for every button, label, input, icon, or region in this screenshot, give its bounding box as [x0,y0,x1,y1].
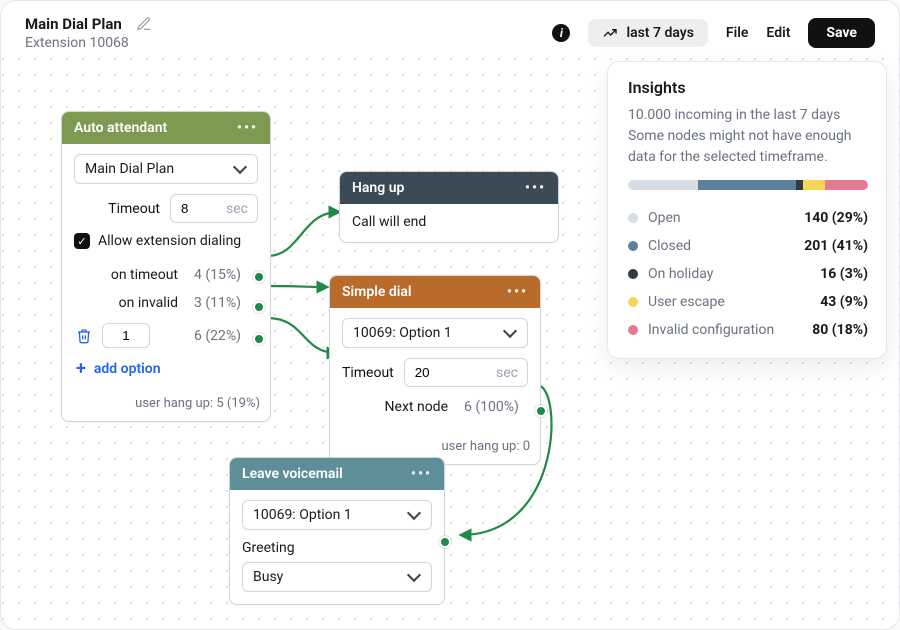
node-header: Hang up ••• [340,172,558,204]
on-invalid-label: on invalid [74,295,194,311]
legend-row: Open140 (29%) [628,204,868,232]
header-right: i last 7 days File Edit Save [552,18,875,48]
header-bar: Main Dial Plan Extension 10068 i last 7 … [1,1,899,59]
allow-extension-label: Allow extension dialing [98,233,241,249]
legend-value: 43 (9%) [820,294,868,310]
node-menu-icon[interactable]: ••• [237,120,258,136]
timeframe-label: last 7 days [626,25,693,41]
legend-swatch [628,241,638,251]
timeout-unit: sec [226,201,248,217]
legend-label: Invalid configuration [648,322,812,338]
greeting-select[interactable]: Busy [242,562,432,592]
app-window: Main Dial Plan Extension 10068 i last 7 … [0,0,900,630]
node-header: Leave voicemail ••• [230,458,444,490]
pencil-icon[interactable] [136,16,152,32]
chevron-down-icon [503,324,517,338]
port-on-timeout[interactable] [253,271,265,283]
on-timeout-stat: 4 (15%) [194,267,254,283]
insights-bar-segment [825,180,868,190]
header-left: Main Dial Plan Extension 10068 [25,15,152,51]
chevron-down-icon [407,568,421,582]
add-option-button[interactable]: + add option [74,360,258,378]
dial-target-select[interactable]: 10069: Option 1 [342,318,528,348]
node-menu-icon[interactable]: ••• [525,180,546,196]
node-header: Simple dial ••• [330,276,540,308]
allow-extension-checkbox[interactable]: ✓ [74,233,90,249]
trend-icon [602,25,618,41]
insights-title: Insights [628,78,868,97]
insights-description: 10.000 incoming in the last 7 days Some … [628,105,868,168]
add-option-label: add option [94,361,161,377]
trash-icon[interactable] [76,327,92,345]
file-menu[interactable]: File [726,25,749,41]
insights-bar-segment [628,180,698,190]
node-menu-icon[interactable]: ••• [411,466,432,482]
plan-select[interactable]: Main Dial Plan [74,154,258,184]
option-key-input[interactable] [102,323,150,348]
on-timeout-label: on timeout [74,267,194,283]
voicemail-target-select[interactable]: 10069: Option 1 [242,500,432,530]
port-option-1[interactable] [253,333,265,345]
insights-bar [628,180,868,190]
next-node-label: Next node [342,399,464,415]
node-simple-dial[interactable]: Simple dial ••• 10069: Option 1 Timeout … [329,275,541,465]
dial-timeout-label: Timeout [342,365,394,381]
port-on-invalid[interactable] [253,301,265,313]
legend-label: On holiday [648,266,820,282]
page-subtitle: Extension 10068 [25,35,152,51]
plus-icon: + [76,360,86,378]
node-menu-icon[interactable]: ••• [507,284,528,300]
page-title: Main Dial Plan [25,15,122,33]
port-next-node[interactable] [535,405,547,417]
legend-row: Closed201 (41%) [628,232,868,260]
legend-label: Open [648,210,804,226]
legend-label: Closed [648,238,804,254]
legend-label: User escape [648,294,820,310]
legend-swatch [628,213,638,223]
edit-menu[interactable]: Edit [766,25,790,41]
timeout-label: Timeout [108,201,160,217]
timeframe-selector[interactable]: last 7 days [588,19,707,47]
greeting-value: Busy [253,569,283,585]
port-voicemail-in[interactable] [439,536,451,548]
insights-bar-segment [803,180,825,190]
legend-value: 140 (29%) [804,210,868,226]
dial-target-value: 10069: Option 1 [353,325,452,341]
legend-value: 80 (18%) [812,322,868,338]
hang-up-body: Call will end [352,214,426,230]
greeting-label: Greeting [242,540,432,556]
dial-timeout-unit: sec [496,365,518,381]
flow-canvas[interactable]: Auto attendant ••• Main Dial Plan Timeou… [1,57,899,629]
legend-swatch [628,325,638,335]
info-icon[interactable]: i [552,24,570,42]
option1-stat: 6 (22%) [194,328,254,344]
node-title: Hang up [352,180,404,196]
plan-select-value: Main Dial Plan [85,161,174,177]
legend-row: User escape43 (9%) [628,288,868,316]
node-title: Leave voicemail [242,466,343,482]
chevron-down-icon [407,506,421,520]
node-auto-attendant[interactable]: Auto attendant ••• Main Dial Plan Timeou… [61,111,271,422]
node-title: Simple dial [342,284,412,300]
node-hang-up[interactable]: Hang up ••• Call will end [339,171,559,243]
legend-row: On holiday16 (3%) [628,260,868,288]
insights-panel: Insights 10.000 incoming in the last 7 d… [607,61,887,359]
legend-value: 16 (3%) [820,266,868,282]
node-leave-voicemail[interactable]: Leave voicemail ••• 10069: Option 1 Gree… [229,457,445,605]
legend-swatch [628,297,638,307]
insights-bar-segment [796,180,803,190]
node-title: Auto attendant [74,120,167,136]
next-node-stat: 6 (100%) [464,399,524,415]
voicemail-target-value: 10069: Option 1 [253,507,352,523]
node-header: Auto attendant ••• [62,112,270,144]
auto-footnote: user hang up: 5 (19%) [62,390,270,421]
insights-legend: Open140 (29%)Closed201 (41%)On holiday16… [628,204,868,344]
chevron-down-icon [233,160,247,174]
on-invalid-stat: 3 (11%) [194,295,254,311]
legend-swatch [628,269,638,279]
save-button[interactable]: Save [808,18,875,48]
legend-row: Invalid configuration80 (18%) [628,316,868,344]
insights-bar-segment [698,180,796,190]
legend-value: 201 (41%) [804,238,868,254]
